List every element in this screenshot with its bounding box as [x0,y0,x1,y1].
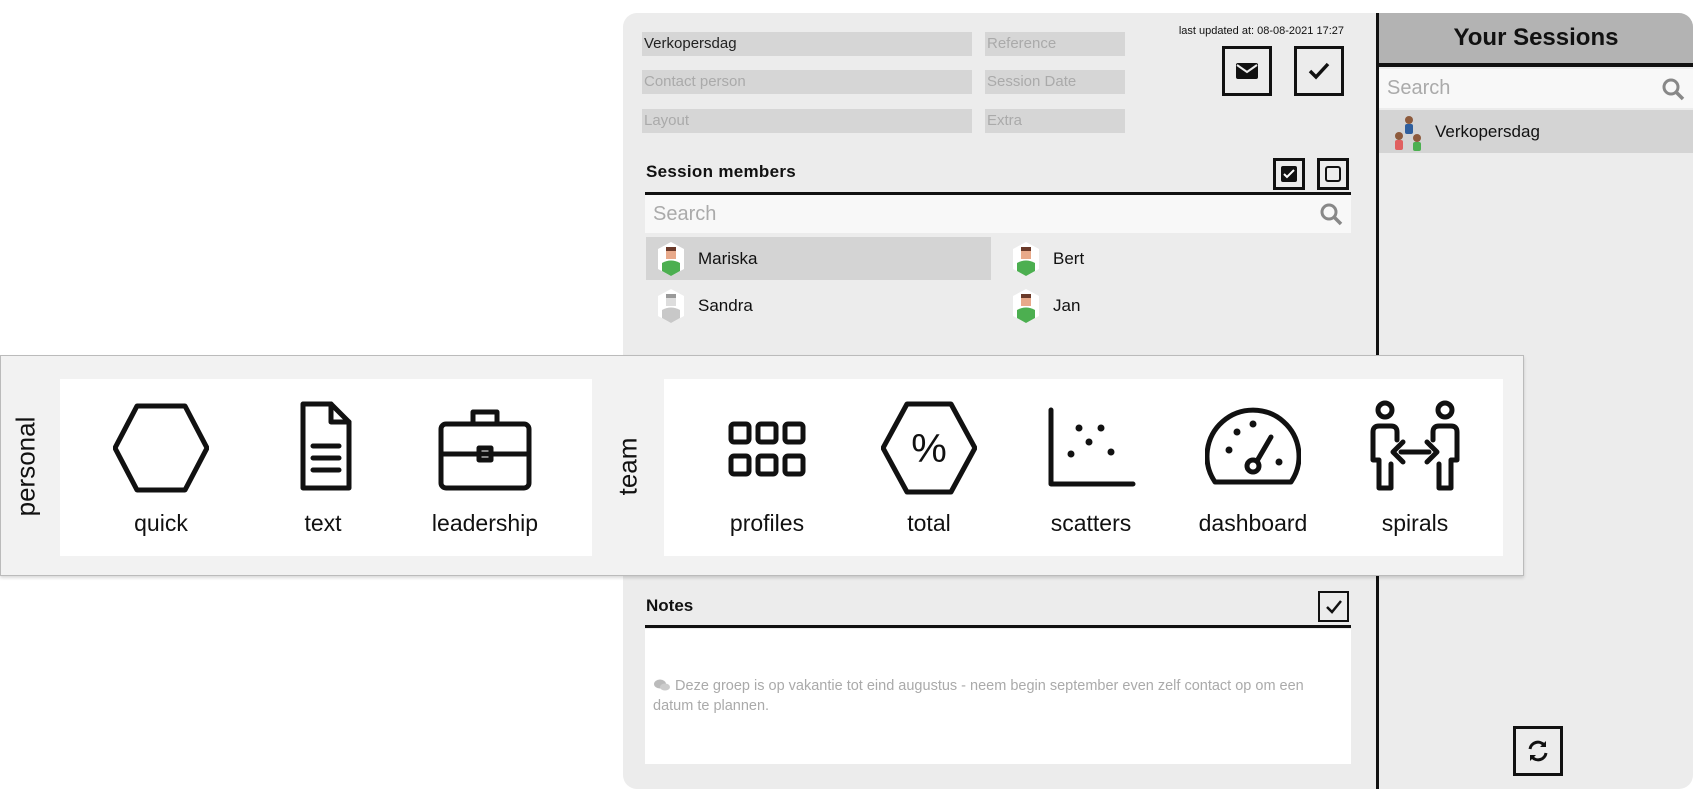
search-icon [1320,203,1343,226]
session-date-field[interactable]: Session Date [985,70,1125,94]
report-text[interactable]: text [263,379,383,556]
save-notes-button[interactable] [1318,591,1349,622]
search-placeholder: Search [1387,77,1451,99]
report-label: total [907,510,951,536]
search-placeholder: Search [653,202,717,225]
avatar-icon [1013,288,1039,323]
report-label: profiles [729,510,805,536]
contact-person-field[interactable]: Contact person [642,70,972,94]
check-icon [1325,599,1342,614]
check-icon [1308,62,1330,80]
notes-title: Notes [646,596,694,615]
member-name: Bert [1053,248,1085,268]
member-item[interactable]: Bert [1001,237,1346,280]
session-search-input[interactable]: Search [1379,69,1693,108]
deselect-all-button[interactable] [1317,158,1349,190]
report-label: dashboard [1198,510,1308,536]
document-icon [300,401,352,491]
report-leadership[interactable]: leadership [425,379,545,556]
divider [645,625,1351,628]
session-item[interactable]: Verkopersdag [1379,110,1693,153]
save-button[interactable] [1294,46,1344,96]
member-item[interactable]: Mariska [646,237,991,280]
extra-field[interactable]: Extra [985,109,1125,133]
report-dashboard[interactable]: dashboard [1193,379,1313,556]
empty-box-icon [1325,166,1341,182]
select-all-button[interactable] [1273,158,1305,190]
refresh-icon [1528,740,1548,762]
member-name: Sandra [698,295,753,315]
session-members-title: Session members [646,162,797,181]
svg-text:%: % [911,427,947,471]
email-button[interactable] [1222,46,1272,96]
notes-textarea[interactable]: Deze groep is op vakantie tot eind augus… [645,629,1351,764]
people-exchange-icon [1370,400,1460,491]
personal-label: personal [10,416,41,517]
report-label: leadership [431,510,539,536]
report-spirals[interactable]: spirals [1355,379,1475,556]
envelope-icon [1236,63,1258,79]
team-reports: profiles% total scatters dashboard spirals [664,379,1503,556]
report-label: text [304,510,342,536]
report-quick[interactable]: quick [101,379,221,556]
personal-reports: quick text leadership [60,379,592,556]
refresh-button[interactable] [1513,726,1563,776]
report-total[interactable]: % total [869,379,989,556]
session-name: Verkopersdag [1435,121,1540,141]
divider [1379,63,1693,67]
sidebar-title: Your Sessions [1379,13,1693,63]
report-label: spirals [1381,510,1449,536]
report-profiles[interactable]: profiles [707,379,827,556]
layout-field[interactable]: Layout [642,109,972,133]
search-icon [1662,78,1685,100]
gauge-icon [1205,407,1301,485]
percent-hexagon-icon: % [881,401,977,495]
avatar-icon [658,288,684,323]
member-name: Jan [1053,295,1081,315]
member-search-input[interactable]: Search [645,195,1351,233]
report-picker: personal quick text leadership team profil… [0,355,1524,576]
member-item[interactable]: Sandra [646,284,991,327]
scatter-plot-icon [1048,407,1136,487]
avatar-icon [1013,241,1039,276]
report-label: quick [134,510,188,536]
briefcase-icon [438,409,532,491]
last-updated: last updated at: 08-08-2021 17:27 [1178,25,1344,37]
report-scatters[interactable]: scatters [1031,379,1151,556]
avatar-icon [658,241,684,276]
team-label: team [612,437,643,496]
report-label: scatters [1050,510,1132,536]
hexagon-icon [113,403,209,493]
member-item[interactable]: Jan [1001,284,1346,327]
member-name: Mariska [698,248,758,268]
comments-icon [654,679,670,691]
group-icon [1395,115,1421,151]
session-name-field[interactable]: Verkopersdag [642,32,972,56]
notes-text: Deze groep is op vakantie tot eind augus… [653,678,1304,714]
grid-icon [728,421,806,477]
checked-box-icon [1281,166,1297,182]
reference-field[interactable]: Reference [985,32,1125,56]
